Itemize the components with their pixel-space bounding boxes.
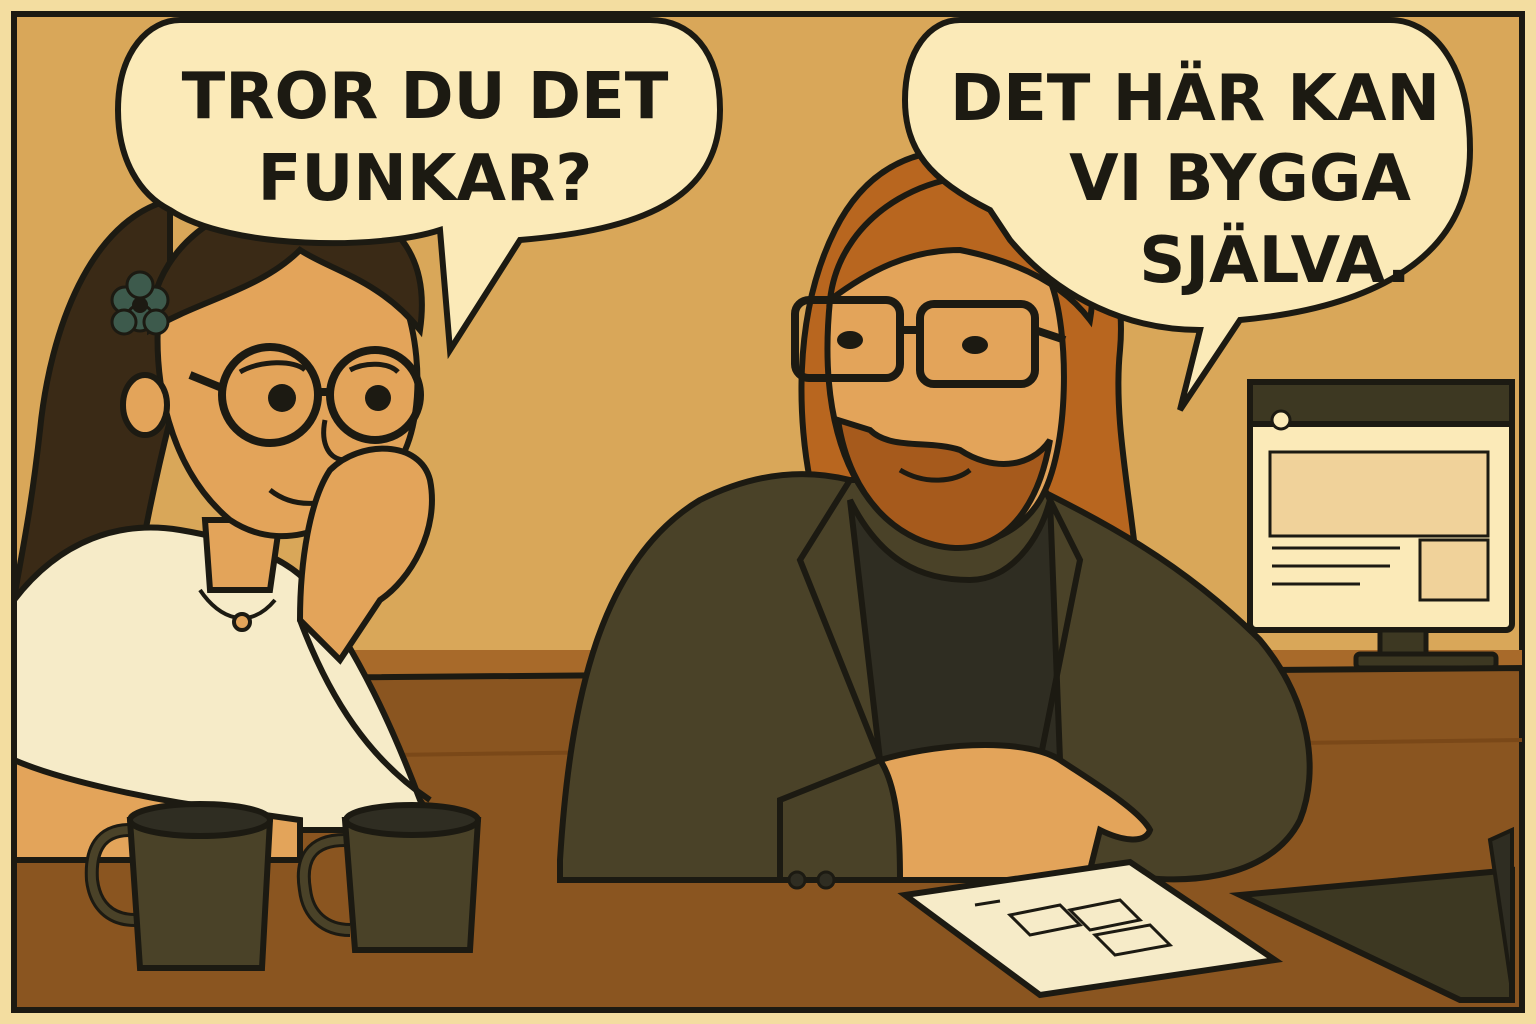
speech-right-line-2: VI BYGGA (1069, 142, 1411, 216)
woman-character (11, 192, 446, 863)
comic-panel: TROR DU DET FUNKAR? DET HÄR KAN VI BYGGA… (0, 0, 1536, 1024)
speech-right-line-3: SJÄLVA. (1139, 222, 1411, 298)
monitor (1247, 379, 1515, 671)
speech-left-line-1: TROR DU DET (182, 60, 669, 134)
speech-right-line-1: DET HÄR KAN (950, 60, 1440, 136)
comic-illustration: TROR DU DET FUNKAR? DET HÄR KAN VI BYGGA… (0, 0, 1536, 1024)
speech-left-line-2: FUNKAR? (258, 142, 593, 216)
logo-icon (1270, 409, 1292, 431)
